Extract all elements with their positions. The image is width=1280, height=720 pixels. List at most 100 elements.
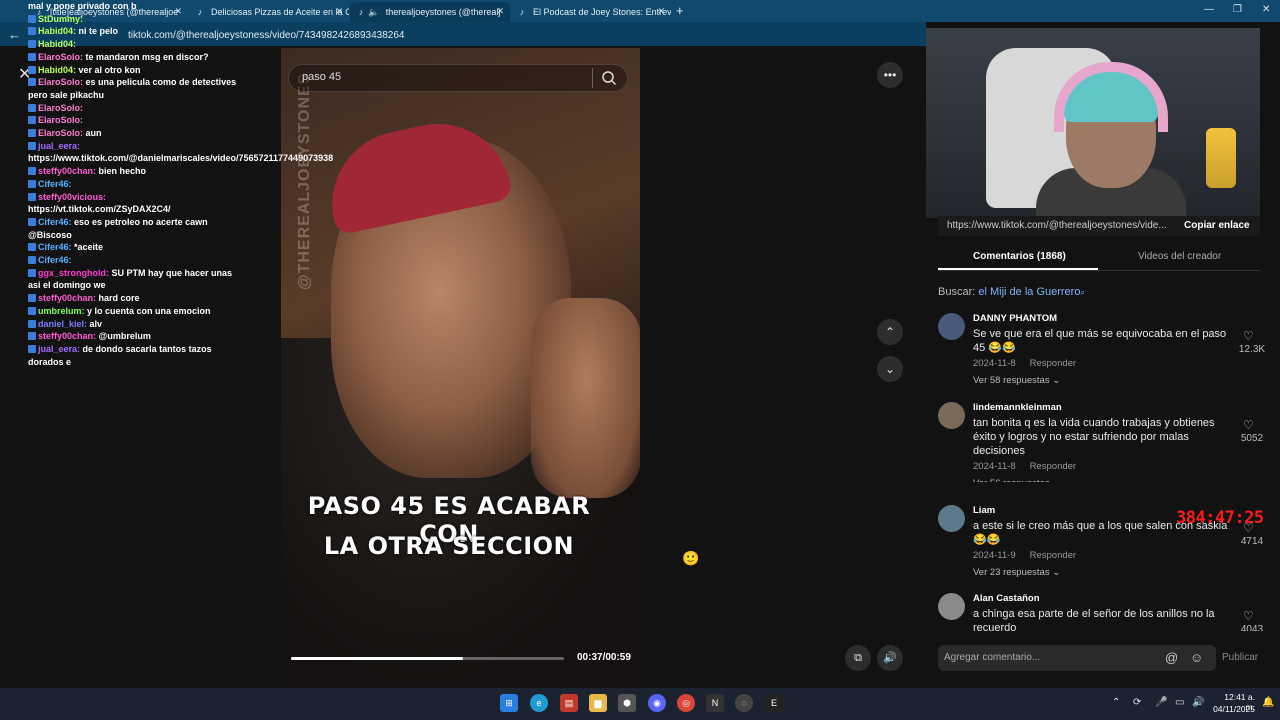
previous-video-icon[interactable]: ⌃	[877, 319, 903, 345]
app-icon[interactable]: N	[706, 694, 724, 712]
avatar[interactable]	[938, 402, 965, 429]
volume-icon[interactable]: 🔊	[877, 645, 903, 671]
webcam-can	[1206, 128, 1236, 188]
folder-icon[interactable]: ▆	[589, 694, 607, 712]
tray-chevron-icon[interactable]: ⌃	[1112, 697, 1120, 708]
comment-text: a chinga esa parte de el señor de los an…	[973, 608, 1215, 631]
chat-text: bien hecho	[98, 166, 147, 177]
comment-username[interactable]: Alan Castañon	[973, 593, 1040, 604]
chat-username[interactable]: ggx_stronghold:	[38, 268, 109, 278]
chat-username[interactable]: StDummy:	[38, 14, 83, 24]
app-icon[interactable]: ⬢	[618, 694, 636, 712]
chat-message: Habid04: ni te pelo	[28, 25, 243, 38]
chat-username[interactable]: ElaroSolo:	[38, 128, 83, 138]
video-player[interactable]	[281, 48, 640, 685]
avatar[interactable]	[938, 505, 965, 532]
tab-divider	[938, 270, 1260, 271]
comment-search-suggestion[interactable]: Buscar: el Miji de la Guerrero⌕	[938, 286, 1085, 298]
chat-username[interactable]: steffy00chan:	[38, 166, 96, 176]
heart-icon[interactable]: ♡	[1243, 418, 1254, 432]
chat-badge-icon	[28, 27, 36, 36]
chrome-icon[interactable]: ◎	[677, 694, 695, 712]
chat-badge-icon	[28, 52, 36, 61]
chat-badge-icon	[28, 256, 36, 265]
avatar[interactable]	[938, 593, 965, 620]
chat-username[interactable]: jual_eera:	[38, 344, 80, 354]
tray-mic-icon[interactable]: 🎤	[1155, 697, 1167, 708]
copy-link-button[interactable]: Copiar enlace	[1184, 220, 1250, 231]
tab-creator-videos[interactable]: Videos del creador	[1138, 251, 1221, 262]
browser-tab[interactable]: ♪ El Podcast de Joey Stones: Entrev ✕	[511, 2, 671, 22]
reply-button[interactable]: Responder	[1030, 550, 1076, 561]
chat-username[interactable]: ElaroSolo:	[38, 115, 83, 125]
tab-comments[interactable]: Comentarios (1868)	[973, 251, 1066, 262]
browser-tab-active[interactable]: ♪ 🔈 therealjoeystones (@therealj ✕	[350, 2, 510, 22]
chat-username[interactable]: ElaroSolo:	[38, 52, 83, 62]
window-close-icon[interactable]: ✕	[1262, 4, 1270, 15]
search-icon[interactable]	[601, 70, 617, 86]
more-options-icon[interactable]: •••	[877, 62, 903, 88]
chat-badge-icon	[28, 14, 36, 23]
chat-username[interactable]: steffy00chan:	[38, 293, 96, 303]
taskbar	[0, 688, 1280, 720]
share-link-url[interactable]: https://www.tiktok.com/@therealjoeystone…	[947, 220, 1167, 231]
comment-username[interactable]: Liam	[973, 505, 995, 516]
chat-username[interactable]: ElaroSolo:	[38, 103, 83, 113]
tab-close-icon[interactable]: ✕	[335, 6, 343, 17]
audio-icon[interactable]: 🔈	[368, 7, 379, 17]
reply-button[interactable]: Responder	[1030, 461, 1076, 472]
comment-username[interactable]: DANNY PHANTOM	[973, 313, 1057, 324]
minimize-icon[interactable]: —	[1204, 4, 1214, 15]
tab-close-icon[interactable]: ✕	[657, 6, 665, 17]
chat-badge-icon	[28, 243, 36, 252]
emoji-icon[interactable]: ☺	[1190, 650, 1203, 665]
next-video-icon[interactable]: ⌄	[877, 356, 903, 382]
avatar[interactable]	[938, 313, 965, 340]
tray-network-icon[interactable]: ▭	[1175, 697, 1184, 708]
chat-badge-icon	[28, 167, 36, 176]
chat-message: ElaroSolo: aun	[28, 127, 243, 140]
tiktok-icon: ♪	[358, 7, 364, 17]
maximize-icon[interactable]: ❐	[1233, 4, 1242, 15]
mention-icon[interactable]: @	[1165, 650, 1178, 665]
edge-icon[interactable]: e	[530, 694, 548, 712]
clock-date[interactable]: 04/11/2025	[1210, 704, 1255, 714]
chat-message: Cifer46:	[28, 254, 243, 267]
chat-username[interactable]: steffy00chan:	[38, 331, 96, 341]
back-arrow-icon[interactable]: ←	[8, 27, 21, 42]
chat-username[interactable]: umbrelum:	[38, 306, 85, 316]
tab-close-icon[interactable]: ✕	[496, 6, 504, 17]
chat-username[interactable]: Cifer46:	[38, 242, 72, 252]
epic-games-icon[interactable]: E	[765, 694, 783, 712]
floating-player-icon[interactable]: ⧉	[845, 645, 871, 671]
chat-badge-icon	[28, 217, 36, 226]
chat-username[interactable]: steffy00vicious:	[38, 192, 106, 202]
chat-username[interactable]: Habid04:	[38, 65, 76, 75]
chat-username[interactable]: Cifer46:	[38, 217, 72, 227]
comment-username[interactable]: lindemannkleinman	[973, 402, 1062, 413]
tab-label: therealjoeystones (@therealj	[385, 7, 501, 17]
view-replies-button[interactable]: Ver 56 respuestas ⌄	[973, 478, 1060, 482]
chat-username[interactable]: daniel_kiel:	[38, 319, 87, 329]
view-replies-button[interactable]: Ver 23 respuestas ⌄	[973, 567, 1060, 578]
publish-button[interactable]: Publicar	[1222, 652, 1258, 663]
new-tab-button[interactable]: +	[676, 3, 684, 18]
view-replies-button[interactable]: Ver 58 respuestas ⌄	[973, 375, 1060, 386]
heart-icon[interactable]: ♡	[1243, 329, 1254, 343]
tray-volume-icon[interactable]: 🔊	[1192, 697, 1204, 708]
discord-icon[interactable]: ◉	[648, 694, 666, 712]
chat-username[interactable]: Habid04:	[38, 26, 76, 36]
heart-icon[interactable]: ♡	[1243, 609, 1254, 623]
search-query-link[interactable]: el Miji de la Guerrero	[978, 286, 1080, 298]
chat-username[interactable]: Cifer46:	[38, 255, 72, 265]
tray-sync-icon[interactable]: ⟳	[1133, 697, 1141, 708]
reply-button[interactable]: Responder	[1030, 358, 1076, 369]
start-icon[interactable]: ⊞	[500, 694, 518, 712]
chat-username[interactable]: jual_eera:	[38, 141, 80, 151]
chat-username[interactable]: Cifer46:	[38, 179, 72, 189]
chat-username[interactable]: Habid04:	[38, 39, 76, 49]
app-icon[interactable]: ▤	[560, 694, 578, 712]
app-icon[interactable]: ◌	[735, 694, 753, 712]
chat-username[interactable]: ElaroSolo:	[38, 77, 83, 87]
notification-icon[interactable]: 🔔	[1262, 697, 1274, 708]
